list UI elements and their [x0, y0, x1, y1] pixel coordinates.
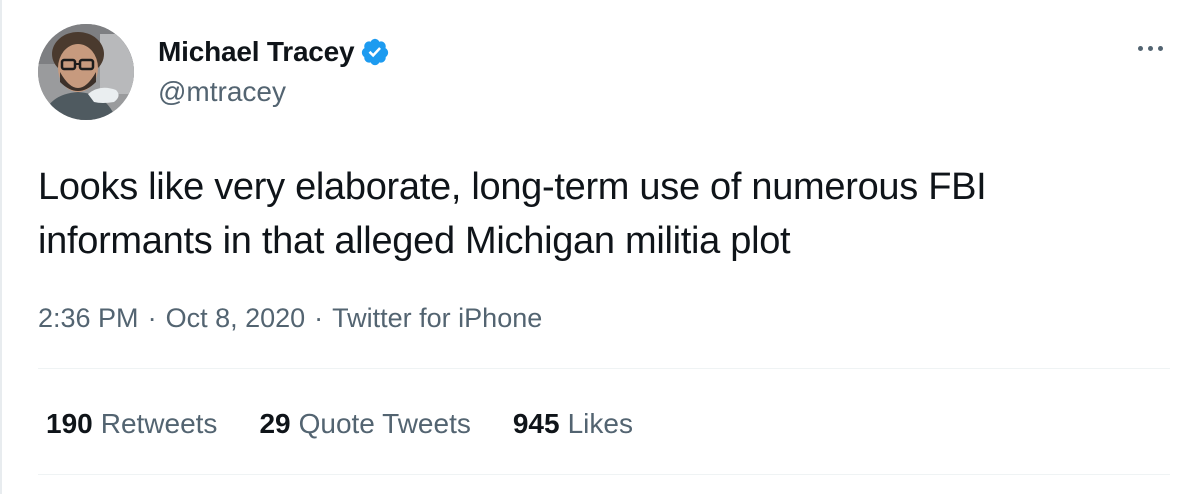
tweet-card: Michael Tracey @mtracey Looks like very …	[0, 0, 1190, 494]
divider	[38, 474, 1170, 475]
more-dot	[1137, 45, 1143, 51]
tweet-date[interactable]: Oct 8, 2020	[166, 303, 306, 334]
retweets-label: Retweets	[100, 408, 218, 439]
verified-badge-icon	[360, 37, 390, 67]
author-handle[interactable]: @mtracey	[158, 76, 390, 108]
divider	[38, 368, 1170, 369]
meta-separator: ·	[314, 302, 324, 333]
tweet-source[interactable]: Twitter for iPhone	[332, 303, 542, 334]
likes-count: 945	[512, 408, 560, 439]
display-name-row: Michael Tracey	[158, 32, 390, 72]
author-block: Michael Tracey @mtracey	[158, 32, 390, 108]
likes-label: Likes	[567, 408, 633, 439]
retweets-stat[interactable]: 190 Retweets	[46, 408, 217, 440]
meta-separator: ·	[147, 302, 157, 333]
avatar-image	[38, 24, 134, 120]
quote-tweets-stat[interactable]: 29 Quote Tweets	[259, 408, 470, 440]
likes-stat[interactable]: 945 Likes	[513, 408, 633, 440]
retweets-count: 190	[46, 408, 93, 439]
engagement-stats: 190 Retweets 29 Quote Tweets 945 Likes	[46, 404, 675, 444]
quote-tweets-count: 29	[259, 408, 291, 439]
left-border	[0, 0, 2, 494]
more-dot	[1147, 45, 1153, 51]
avatar[interactable]	[38, 24, 134, 120]
display-name[interactable]: Michael Tracey	[158, 36, 355, 68]
tweet-text: Looks like very elaborate, long-term use…	[38, 166, 987, 262]
tweet-meta: 2:36 PM · Oct 8, 2020 · Twitter for iPho…	[38, 300, 542, 336]
more-options-icon[interactable]	[1128, 34, 1172, 62]
quote-tweets-label: Quote Tweets	[298, 408, 471, 439]
more-dot	[1157, 45, 1163, 51]
tweet-time[interactable]: 2:36 PM	[38, 303, 139, 334]
